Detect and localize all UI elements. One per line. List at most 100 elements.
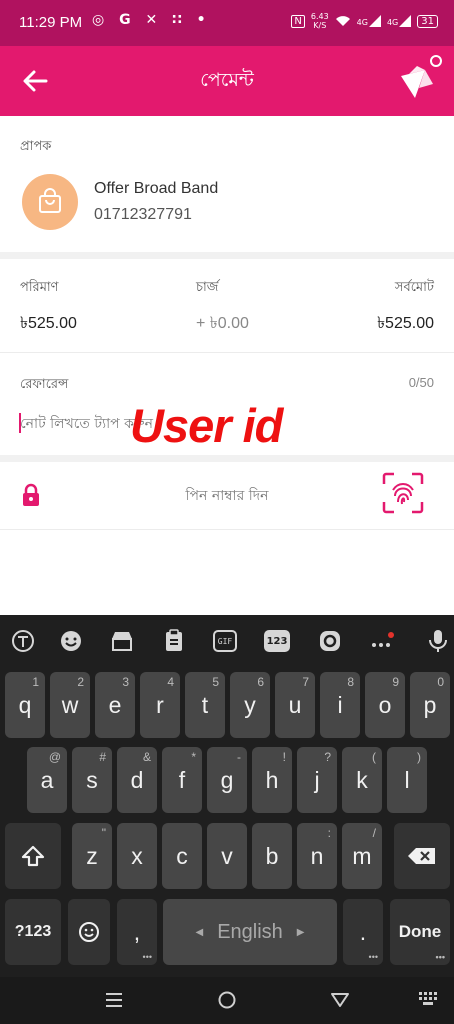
status-time: 11:29 PM [19, 14, 83, 31]
emoji-icon[interactable] [57, 627, 85, 655]
merchant-number: 01712327791 [94, 206, 192, 223]
key-a[interactable]: a @ [27, 747, 67, 813]
key-c[interactable]: c [162, 823, 202, 889]
key-hint: 1 [32, 675, 39, 689]
key-b[interactable]: b [252, 823, 292, 889]
user-id-annotation: User id [130, 399, 283, 452]
done-label: Done [398, 922, 442, 941]
gif-icon[interactable]: GIF [213, 630, 237, 652]
key-r[interactable]: r4 [140, 672, 180, 738]
key-l[interactable]: l) [387, 747, 427, 813]
net-speed-value: 6.43 [310, 12, 329, 21]
key-j[interactable]: j? [297, 747, 337, 813]
key-x[interactable]: x [117, 823, 157, 889]
key-hint: / [372, 826, 376, 840]
key-t[interactable]: t5 [185, 672, 225, 738]
store-icon[interactable] [108, 627, 136, 655]
signal-1-label: 4G [356, 18, 368, 27]
key-q[interactable]: q1 [5, 672, 45, 738]
key-label: v [221, 842, 233, 869]
section-divider [0, 352, 454, 353]
emoji-key[interactable] [68, 899, 110, 965]
page-title: পেমেন্ট [200, 69, 254, 91]
key-h[interactable]: h! [252, 747, 292, 813]
backspace-key[interactable] [394, 823, 450, 889]
key-d[interactable]: d & [117, 747, 157, 813]
comma-key[interactable]: , ••• [117, 899, 157, 965]
keyboard-switch-icon[interactable] [418, 990, 440, 1010]
keyboard-toolbar: GIF 123 [0, 615, 454, 667]
key-y[interactable]: y6 [230, 672, 270, 738]
back-triangle-icon[interactable] [330, 991, 350, 1009]
key-label: n [310, 842, 324, 869]
key-hint: # [99, 750, 106, 764]
status-right: N 6.43 K/S 4G 4G 31 [291, 12, 438, 30]
home-icon[interactable] [217, 990, 237, 1010]
key-n[interactable]: n: [297, 823, 337, 889]
key-m[interactable]: m / [342, 823, 382, 889]
key-hint: 5 [212, 675, 219, 689]
key-z[interactable]: z " [72, 823, 112, 889]
key-hint: 3 [122, 675, 129, 689]
key-label: h [265, 766, 279, 793]
key-hint: : [327, 826, 331, 840]
backspace-icon [408, 848, 435, 864]
chevron-left-icon: ◀ [195, 926, 204, 938]
shift-key[interactable] [5, 823, 61, 889]
key-label: l [404, 766, 410, 793]
key-hint: 2 [77, 675, 84, 689]
key-hint: ? [324, 750, 331, 764]
key-hint: ( [372, 750, 376, 764]
key-label: w [61, 691, 79, 718]
key-label: j [314, 766, 320, 793]
numpad-icon[interactable]: 123 [264, 630, 290, 652]
key-label: q [18, 691, 32, 718]
key-label: p [423, 691, 437, 718]
total-value: ৳525.00 [377, 315, 434, 332]
period-key[interactable]: . ••• [343, 899, 383, 965]
key-label: t [201, 691, 209, 718]
key-u[interactable]: u7 [275, 672, 315, 738]
key-label: k [356, 766, 368, 793]
chevron-right-icon: ▶ [296, 926, 305, 938]
key-hint: 7 [302, 675, 309, 689]
translate-icon[interactable] [9, 627, 37, 655]
fingerprint-icon[interactable] [382, 472, 424, 514]
space-language-label: English [217, 920, 283, 943]
key-k[interactable]: k( [342, 747, 382, 813]
key-g[interactable]: g- [207, 747, 247, 813]
key-i[interactable]: i8 [320, 672, 360, 738]
key-e[interactable]: e3 [95, 672, 135, 738]
key-label: e [108, 691, 122, 718]
soft-keyboard: GIF 123 q 1 w 2 e 3 r 4 t 5 y 6 u 7 i 8 o 9 p 0 a @ s # d & f * g - h!… [0, 615, 454, 977]
clipboard-icon[interactable] [160, 627, 188, 655]
signal-2-label: 4G [386, 18, 399, 27]
bkash-bird-logo-icon[interactable] [395, 54, 445, 104]
key-v[interactable]: v [207, 823, 247, 889]
status-bar: 11:29 PM ◎ G ✕ ∷ • N 6.43 K/S 4G 4G 31 [0, 0, 454, 46]
signal-bars-icon [399, 15, 412, 27]
nfc-icon: N [291, 14, 305, 28]
mic-icon[interactable] [424, 627, 452, 655]
section-divider [0, 529, 454, 530]
more-icon[interactable] [369, 627, 397, 655]
key-more-indicator: ••• [435, 952, 445, 962]
signal-1: 4G [357, 15, 381, 27]
shopping-bag-icon [39, 188, 61, 213]
space-key[interactable]: ◀ English ▶ [163, 899, 337, 965]
key-hint: - [237, 750, 241, 764]
sticker-icon[interactable] [316, 627, 344, 655]
key-s[interactable]: s # [72, 747, 112, 813]
recents-icon[interactable] [104, 990, 124, 1010]
done-key[interactable]: Done ••• [390, 899, 450, 965]
key-label: s [86, 766, 98, 793]
key-label: f [178, 766, 186, 793]
system-nav-bar [0, 977, 454, 1024]
key-hint: ! [282, 750, 286, 764]
key-f[interactable]: f * [162, 747, 202, 813]
amount-value: ৳525.00 [20, 315, 77, 332]
key-o[interactable]: o9 [365, 672, 405, 738]
key-w[interactable]: w2 [50, 672, 90, 738]
key-p[interactable]: p0 [410, 672, 450, 738]
symbols-key[interactable]: ?123 [5, 899, 61, 965]
